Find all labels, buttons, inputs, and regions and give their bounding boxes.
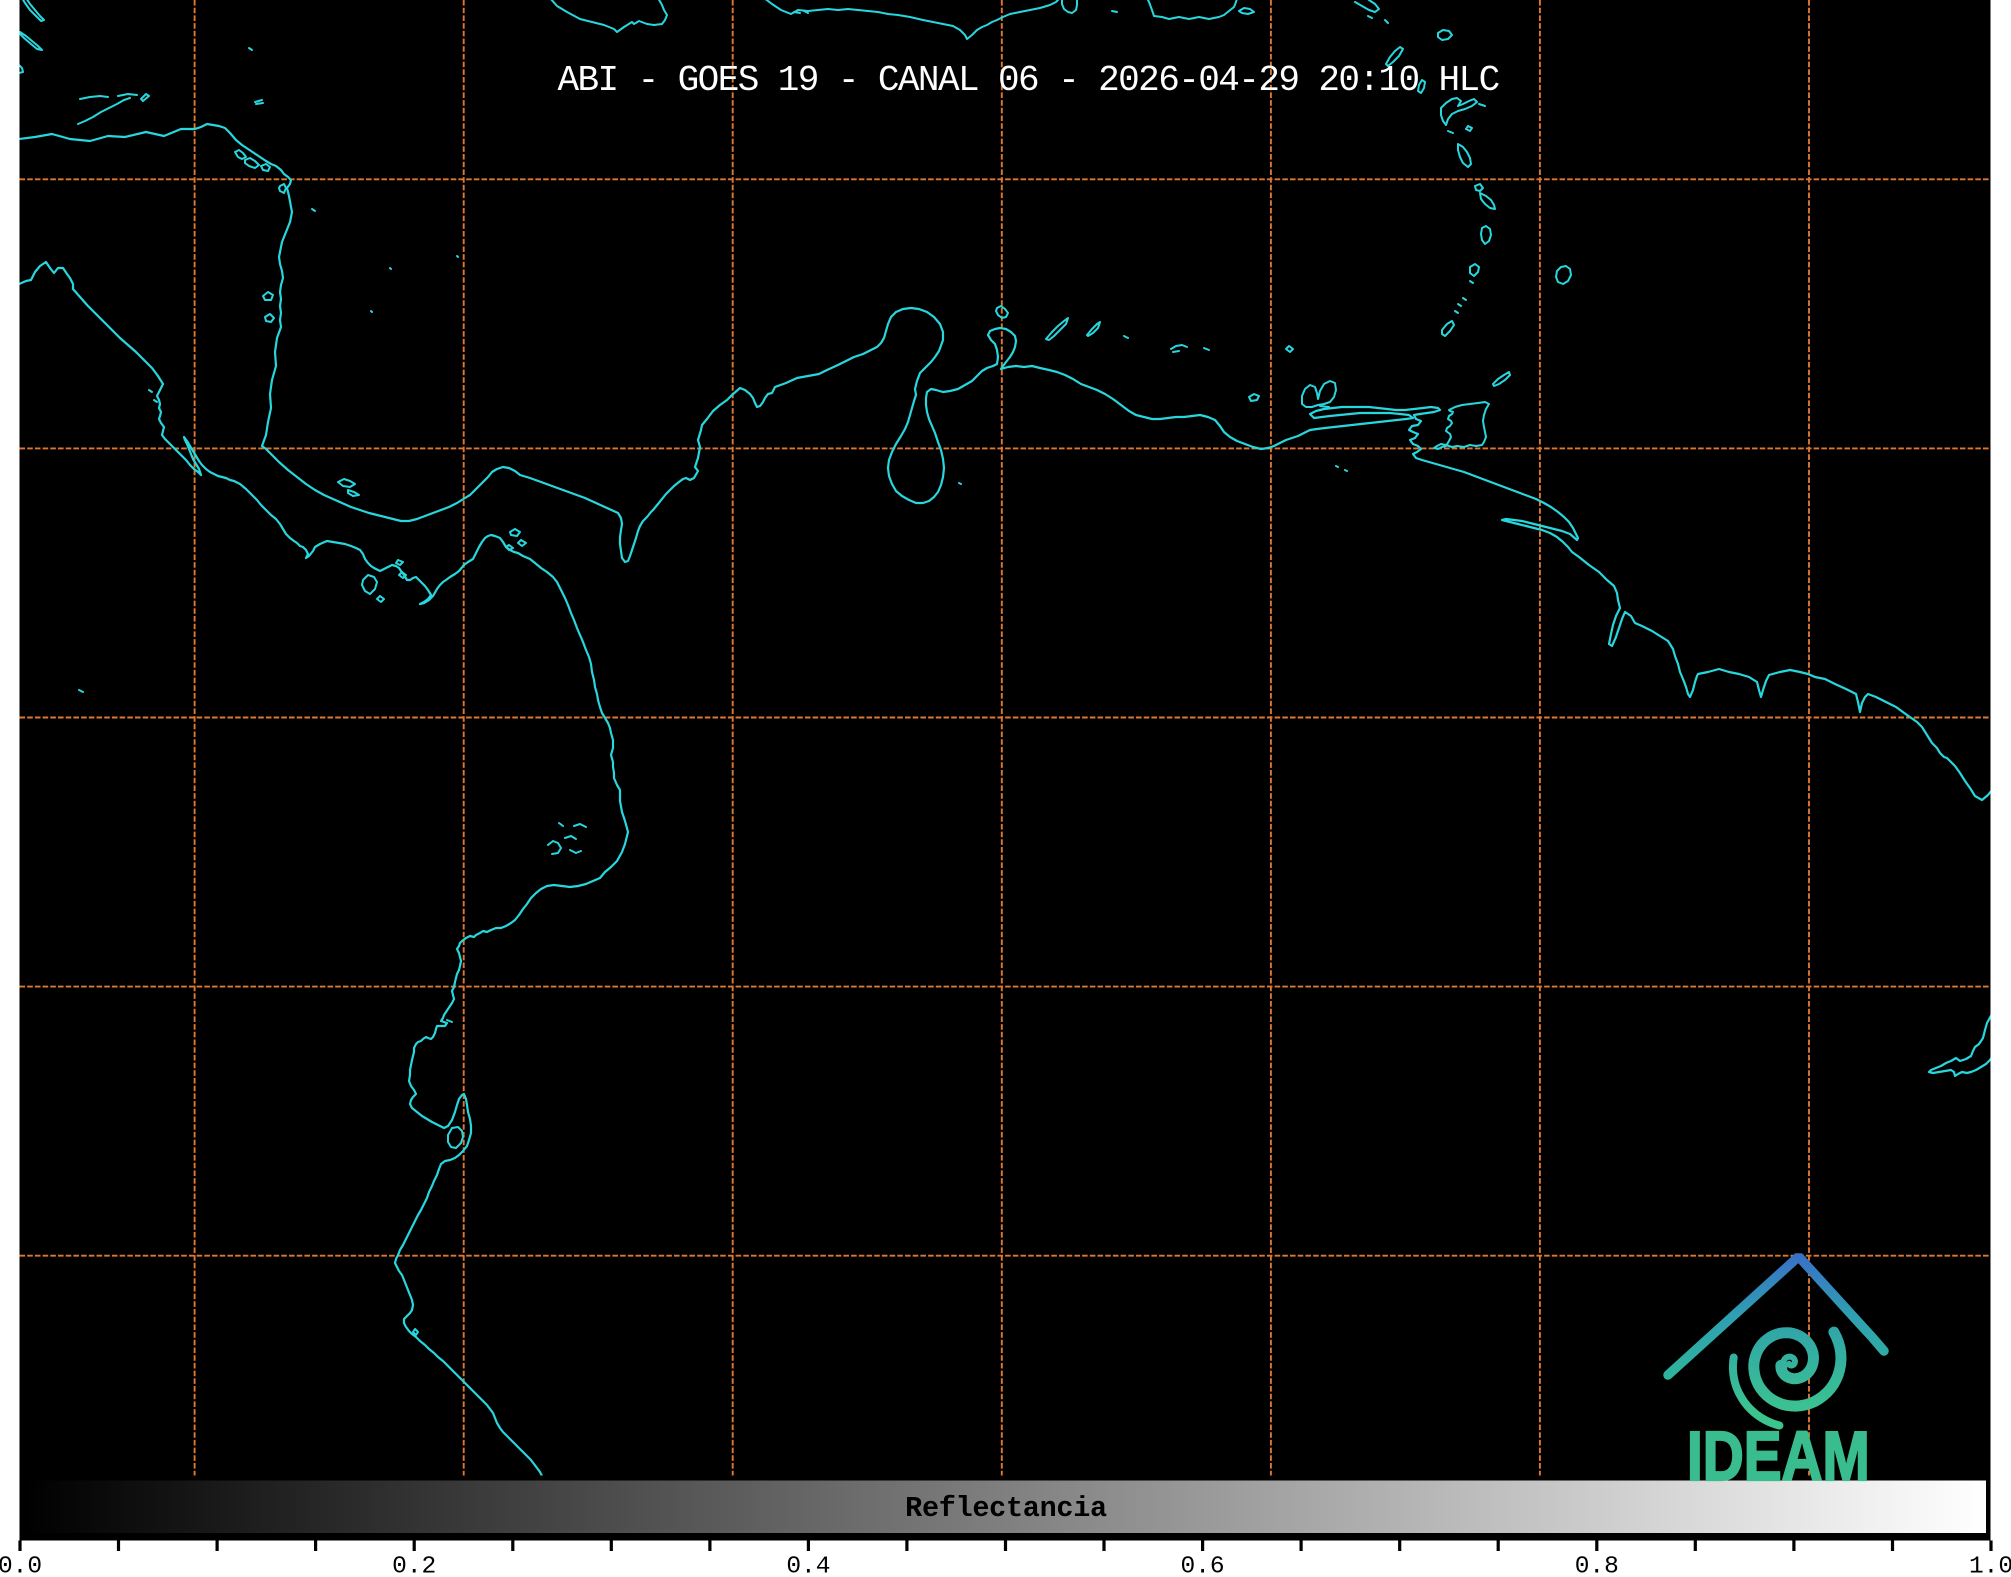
svg-text:0.6: 0.6 [1181,1554,1225,1577]
svg-text:0.0: 0.0 [0,1554,42,1577]
svg-text:IDEAM: IDEAM [1687,1417,1870,1495]
svg-text:0.2: 0.2 [392,1554,436,1577]
svg-text:1.0: 1.0 [1969,1554,2011,1577]
svg-text:ABI - GOES 19 - CANAL 06 - 202: ABI - GOES 19 - CANAL 06 - 2026-04-29 20… [558,60,1500,101]
svg-text:0.8: 0.8 [1575,1554,1619,1577]
svg-text:0.4: 0.4 [786,1554,830,1577]
svg-text:Reflectancia: Reflectancia [905,1492,1107,1525]
